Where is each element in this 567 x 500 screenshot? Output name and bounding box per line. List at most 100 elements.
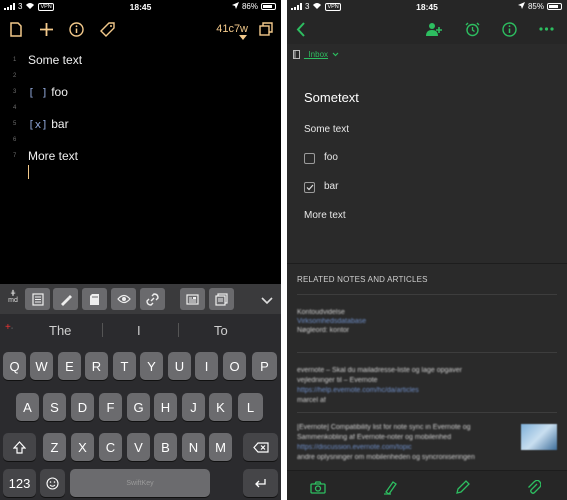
key-b[interactable]: B: [154, 433, 177, 461]
info-icon[interactable]: [67, 20, 85, 38]
battery-icon: [547, 3, 562, 10]
related-item-line: andre oplysninger om mobilenheden og syn…: [297, 454, 475, 461]
status-right: 86%: [231, 2, 276, 11]
chevron-down-icon[interactable]: [261, 292, 273, 310]
markdown-accessory-bar: ⋕ md: [0, 284, 281, 314]
key-m[interactable]: M: [209, 433, 232, 461]
checkbox-unchecked[interactable]: [304, 153, 315, 164]
key-i[interactable]: I: [195, 352, 218, 380]
more-options-icon[interactable]: [537, 20, 555, 38]
editor-toolbar: 41c7w: [0, 14, 281, 44]
key-y[interactable]: Y: [140, 352, 163, 380]
markdown-editor[interactable]: 1 Some text 2 3 [ ] foo 4 5 [x] bar 6 7: [0, 52, 281, 179]
return-icon: [255, 478, 266, 487]
emoji-key[interactable]: [40, 469, 65, 497]
key-z[interactable]: Z: [43, 433, 66, 461]
checklist-label: bar: [324, 181, 339, 192]
line-number: 4: [13, 105, 17, 111]
key-j[interactable]: J: [182, 393, 205, 421]
related-item-line: vejledninger til – Evernote: [297, 377, 378, 384]
key-x[interactable]: X: [71, 433, 94, 461]
checkbox-checked[interactable]: [304, 182, 315, 193]
handwriting-pen-icon[interactable]: [381, 478, 399, 496]
note-title[interactable]: Sometext: [304, 90, 359, 105]
checklist-label: foo: [324, 152, 338, 163]
key-v[interactable]: V: [127, 433, 150, 461]
related-item-line: https://discussion.evernote.com/topic: [297, 444, 412, 451]
sd-card-icon[interactable]: [82, 288, 107, 310]
return-key[interactable]: [243, 469, 278, 497]
highlighter-icon[interactable]: [53, 288, 78, 310]
space-key[interactable]: SwiftKey: [70, 469, 210, 497]
notebook-selector[interactable]: _Inbox: [293, 50, 339, 59]
related-item-line: Virksomhedsdatabase: [297, 318, 367, 325]
list-divider: [297, 294, 557, 295]
notebook-name: _Inbox: [304, 50, 329, 59]
chevron-down-icon: [332, 52, 339, 57]
key-o[interactable]: O: [223, 352, 246, 380]
image-gallery-icon[interactable]: [180, 288, 205, 310]
key-t[interactable]: T: [113, 352, 136, 380]
copy-icon[interactable]: [257, 20, 275, 38]
left-phone-editor: 3 VPN 18:45 86% 41c7w 1 Some text 2 3 […: [0, 0, 281, 500]
tag-icon[interactable]: [98, 20, 116, 38]
commit-dropdown-icon[interactable]: [239, 27, 247, 45]
prediction-divider: [102, 323, 103, 337]
file-icon[interactable]: [7, 20, 25, 38]
backspace-key[interactable]: [243, 433, 278, 461]
todo-marker: [x]: [28, 118, 48, 131]
related-item-title: [Evernote] Compatibility list for note s…: [297, 424, 471, 431]
key-e[interactable]: E: [58, 352, 81, 380]
note-paragraph[interactable]: Some text: [304, 124, 349, 135]
prediction-3[interactable]: To: [214, 323, 228, 338]
related-heading: RELATED NOTES AND ARTICLES: [297, 275, 428, 284]
checkmark-icon: [306, 184, 313, 191]
prediction-1[interactable]: The: [49, 323, 71, 338]
key-a[interactable]: A: [16, 393, 39, 421]
key-k[interactable]: K: [209, 393, 232, 421]
key-c[interactable]: C: [99, 433, 122, 461]
key-u[interactable]: U: [168, 352, 191, 380]
editor-line: 2: [0, 68, 281, 84]
key-r[interactable]: R: [85, 352, 108, 380]
shift-key[interactable]: [3, 433, 36, 461]
key-d[interactable]: D: [71, 393, 94, 421]
key-h[interactable]: H: [154, 393, 177, 421]
share-user-icon[interactable]: [425, 20, 443, 38]
status-bar: 3 VPN 18:45 85%: [287, 0, 567, 14]
key-n[interactable]: N: [182, 433, 205, 461]
key-p[interactable]: P: [252, 352, 277, 380]
draw-pencil-icon[interactable]: [453, 478, 471, 496]
markdown-logo[interactable]: ⋕ md: [5, 290, 21, 304]
link-icon[interactable]: [140, 288, 165, 310]
notes-stack-icon[interactable]: [209, 288, 234, 310]
key-s[interactable]: S: [43, 393, 66, 421]
paperclip-icon[interactable]: [525, 478, 543, 496]
swiftkey-plus-icon[interactable]: +·: [5, 322, 13, 333]
info-icon[interactable]: [500, 20, 518, 38]
note-paragraph[interactable]: More text: [304, 210, 346, 221]
related-item-thumbnail: [521, 424, 557, 450]
numbers-key[interactable]: 123: [3, 469, 36, 497]
line-text: Some text: [28, 53, 83, 67]
key-l[interactable]: L: [238, 393, 263, 421]
editor-line: 4: [0, 100, 281, 116]
related-item-title: Kontoudvidelse: [297, 309, 345, 316]
camera-icon[interactable]: [309, 478, 327, 496]
line-number: 2: [13, 73, 17, 79]
todo-text: foo: [51, 85, 68, 99]
prediction-bar: +· The I To: [0, 314, 281, 346]
back-chevron-icon[interactable]: [292, 20, 310, 38]
prediction-2[interactable]: I: [137, 323, 141, 338]
alarm-clock-icon[interactable]: [463, 20, 481, 38]
key-g[interactable]: G: [127, 393, 150, 421]
line-number: 7: [13, 153, 17, 159]
line-text: [x] bar: [28, 116, 69, 133]
list-divider: [297, 412, 557, 413]
key-q[interactable]: Q: [3, 352, 26, 380]
key-f[interactable]: F: [99, 393, 122, 421]
eye-icon[interactable]: [111, 288, 136, 310]
key-w[interactable]: W: [30, 352, 53, 380]
add-icon[interactable]: [37, 20, 55, 38]
document-icon[interactable]: [25, 288, 50, 310]
